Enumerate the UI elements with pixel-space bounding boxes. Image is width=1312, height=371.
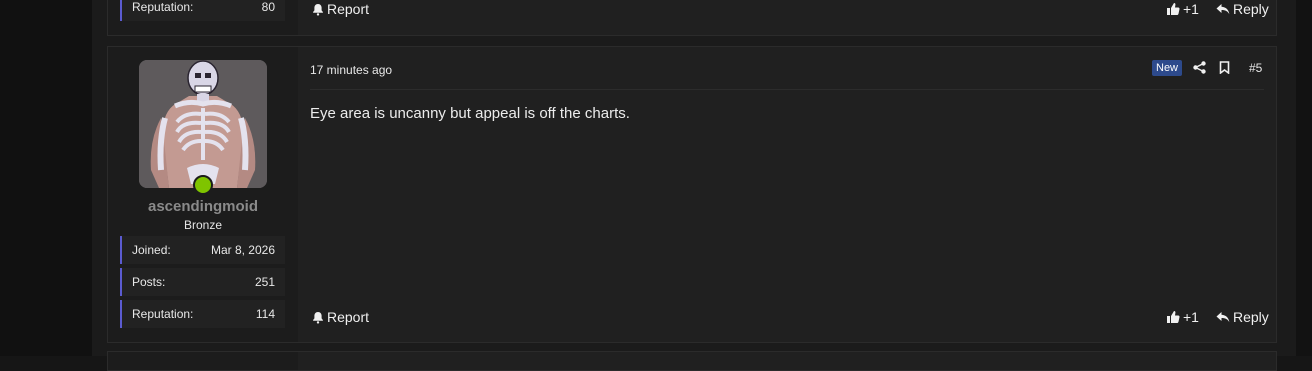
bookmark-icon bbox=[1219, 61, 1230, 75]
post-message: Eye area is uncanny but appeal is off th… bbox=[310, 105, 630, 122]
reply-label: Reply bbox=[1233, 309, 1269, 325]
page-left-gutter bbox=[0, 0, 92, 356]
like-button[interactable]: +1 bbox=[1166, 309, 1199, 325]
post-5: ascendingmoid Bronze Joined: Mar 8, 2026… bbox=[107, 46, 1277, 343]
previous-post-content: Report +1 Reply bbox=[298, 0, 1276, 35]
bookmark-button[interactable] bbox=[1219, 61, 1230, 79]
reply-arrow-icon bbox=[1216, 3, 1230, 14]
report-button[interactable]: Report bbox=[312, 1, 369, 17]
stat-value: 114 bbox=[255, 307, 275, 321]
like-count: +1 bbox=[1183, 309, 1199, 325]
reply-label: Reply bbox=[1233, 1, 1269, 17]
like-count: +1 bbox=[1183, 1, 1199, 17]
stat-label: Joined: bbox=[132, 243, 171, 257]
like-button[interactable]: +1 bbox=[1166, 1, 1199, 17]
stat-posts: Posts: 251 bbox=[120, 268, 285, 296]
stat-reputation: Reputation: 114 bbox=[120, 300, 285, 328]
new-badge: New bbox=[1152, 60, 1183, 76]
post-content: 17 minutes ago New #5 Eye area is uncann… bbox=[298, 47, 1276, 342]
next-post-user-column bbox=[108, 352, 298, 370]
post-timestamp[interactable]: 17 minutes ago bbox=[310, 63, 392, 77]
skeleton-avatar-image bbox=[139, 60, 267, 188]
thumbs-up-icon bbox=[1167, 311, 1180, 323]
reply-button[interactable]: Reply bbox=[1216, 309, 1269, 325]
online-status-indicator bbox=[193, 175, 213, 195]
thumbs-up-icon bbox=[1167, 3, 1180, 15]
report-button[interactable]: Report bbox=[312, 309, 369, 325]
reply-button[interactable]: Reply bbox=[1216, 1, 1269, 17]
share-button[interactable] bbox=[1193, 61, 1206, 79]
previous-post-user-column: Reputation: 80 bbox=[108, 0, 298, 35]
report-label: Report bbox=[327, 1, 370, 17]
stat-joined: Joined: Mar 8, 2026 bbox=[120, 236, 285, 264]
bell-icon bbox=[313, 3, 323, 16]
stat-label: Reputation: bbox=[132, 0, 194, 14]
next-post bbox=[107, 351, 1277, 371]
stat-value: 251 bbox=[254, 275, 275, 289]
previous-post-stat-reputation: Reputation: 80 bbox=[120, 0, 285, 21]
post-user-column: ascendingmoid Bronze Joined: Mar 8, 2026… bbox=[108, 47, 298, 342]
share-icon bbox=[1193, 61, 1206, 74]
report-label: Report bbox=[327, 309, 370, 325]
page-right-gutter bbox=[1296, 0, 1312, 356]
stat-value: 80 bbox=[261, 0, 275, 14]
bell-icon bbox=[313, 311, 323, 324]
user-rank: Bronze bbox=[183, 218, 223, 232]
previous-post: Reputation: 80 Report +1 Reply bbox=[107, 0, 1277, 36]
stat-value: Mar 8, 2026 bbox=[210, 243, 275, 257]
post-number-link[interactable]: #5 bbox=[1249, 61, 1262, 75]
avatar[interactable] bbox=[139, 60, 267, 188]
stat-label: Posts: bbox=[132, 275, 166, 289]
stat-label: Reputation: bbox=[132, 307, 194, 321]
reply-arrow-icon bbox=[1216, 311, 1230, 322]
username[interactable]: ascendingmoid bbox=[108, 198, 298, 215]
header-divider bbox=[310, 89, 1264, 90]
